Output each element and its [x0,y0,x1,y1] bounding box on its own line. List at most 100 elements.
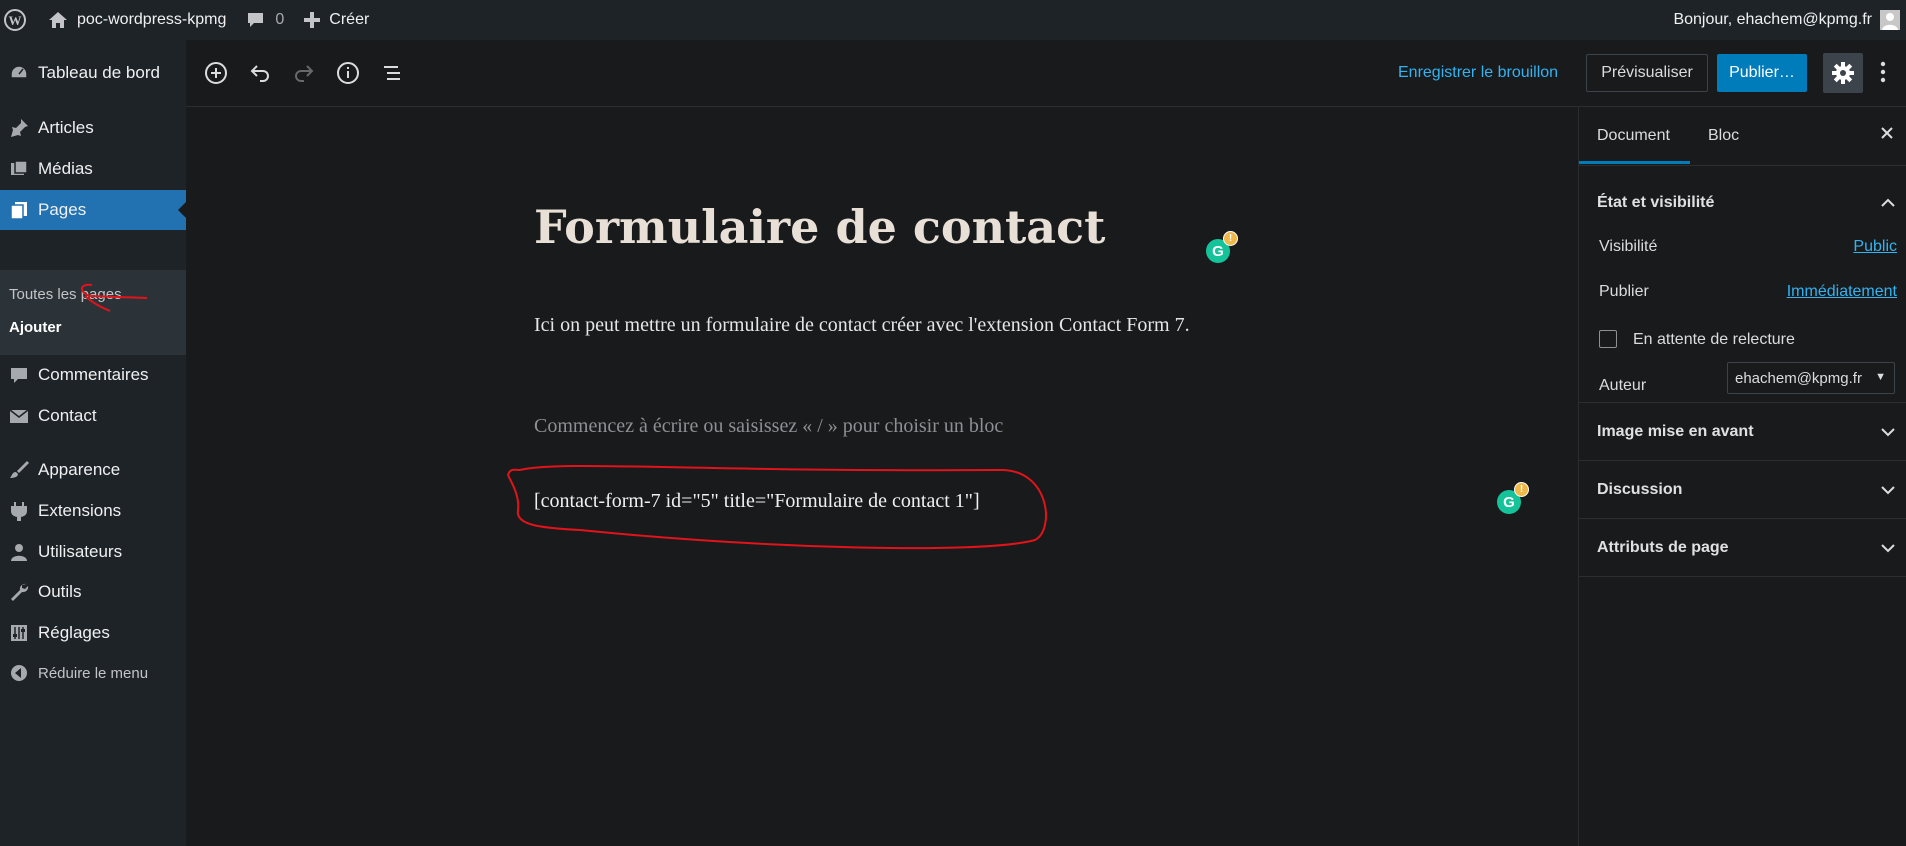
post-title[interactable]: Formulaire de contact [534,200,1105,254]
sidebar-item-contact[interactable]: Contact [0,396,186,436]
user-icon [0,542,38,562]
sidebar-item-label: Commentaires [38,365,149,384]
grammarly-icon[interactable]: G ! [1497,482,1529,514]
settings-sidebar: Document Bloc État et visibilité Visibil… [1578,107,1906,846]
pin-icon [0,118,38,138]
page-attributes-title: Attributs de page [1597,539,1729,556]
grammarly-alert-icon: ! [1514,482,1529,497]
sidebar-collapse-button[interactable]: Réduire le menu [0,653,186,693]
visibility-toggle[interactable]: Public [1853,238,1897,256]
author-select[interactable]: ehachem@kpmg.fr ▼ [1727,362,1895,394]
grammarly-letter-icon: G [1503,493,1515,511]
tab-block[interactable]: Bloc [1708,127,1739,145]
page-attributes-panel[interactable]: Attributs de page [1579,519,1906,577]
grammarly-letter-icon: G [1212,242,1224,260]
sidebar-item-label: Apparence [38,460,121,479]
tab-document[interactable]: Document [1597,127,1670,145]
sidebar-item-users[interactable]: Utilisateurs [0,532,186,572]
plus-icon [304,12,321,28]
sidebar-item-settings[interactable]: Réglages [0,613,186,653]
chevron-down-icon [1879,423,1897,446]
status-visibility-title[interactable]: État et visibilité [1597,194,1714,212]
wrench-icon [0,582,38,602]
wordpress-logo-icon[interactable]: W [0,0,34,40]
list-view-icon[interactable] [380,61,404,90]
save-draft-button[interactable]: Enregistrer le brouillon [1398,64,1558,82]
sidebar-item-label: Articles [38,118,94,137]
submenu-add-new[interactable]: Ajouter [9,319,62,336]
paragraph-block[interactable]: Ici on peut mettre un formulaire de cont… [534,308,1244,342]
site-name-link[interactable]: poc-wordpress-kpmg [34,0,236,40]
add-block-icon[interactable] [204,61,228,90]
home-icon [49,12,67,28]
svg-text:W: W [9,13,22,28]
comments-link[interactable]: 0 [236,0,294,40]
active-indicator [178,202,186,218]
settings-sliders-icon [0,623,38,643]
comment-icon [0,365,38,385]
media-icon [0,159,38,179]
discussion-title: Discussion [1597,481,1683,498]
submenu-all-pages[interactable]: Toutes les pages [9,286,122,303]
publish-date-toggle[interactable]: Immédiatement [1787,283,1897,301]
chevron-up-icon[interactable] [1879,194,1897,217]
sidebar-item-appearance[interactable]: Apparence [0,450,186,490]
settings-gear-icon[interactable] [1823,53,1863,93]
undo-icon[interactable] [248,61,272,90]
sidebar-item-label: Extensions [38,501,122,520]
sidebar-item-articles[interactable]: Articles [0,108,186,148]
site-name: poc-wordpress-kpmg [77,11,227,28]
new-content-link[interactable]: Créer [294,0,379,40]
admin-sidebar: Tableau de bord Articles Médias Pages To… [0,40,186,846]
my-account[interactable]: Bonjour, ehachem@kpmg.fr [1673,0,1906,40]
chevron-down-icon: ▼ [1875,371,1886,383]
publish-date-label: Publier [1599,283,1649,300]
plugin-icon [0,501,38,521]
sidebar-item-label: Contact [38,406,97,425]
sidebar-item-tools[interactable]: Outils [0,572,186,612]
sidebar-item-media[interactable]: Médias [0,149,186,189]
info-icon[interactable] [336,61,360,90]
author-value: ehachem@kpmg.fr [1735,369,1862,387]
visibility-label: Visibilité [1599,238,1658,255]
sidebar-item-label: Utilisateurs [38,542,123,561]
new-content-label: Créer [329,11,370,28]
more-options-icon[interactable] [1880,60,1886,89]
featured-image-panel[interactable]: Image mise en avant [1579,403,1906,461]
sidebar-item-label: Réglages [38,623,110,642]
block-placeholder[interactable]: Commencez à écrire ou saisissez « / » po… [534,415,1003,438]
featured-image-title: Image mise en avant [1597,423,1754,440]
sidebar-item-label: Réduire le menu [38,664,149,682]
pending-review-label: En attente de relecture [1633,331,1795,348]
comments-count: 0 [275,11,285,28]
chevron-down-icon [1879,481,1897,504]
sidebar-item-label: Tableau de bord [38,63,160,82]
grammarly-alert-icon: ! [1223,231,1238,246]
close-icon[interactable] [1877,123,1897,148]
publish-button[interactable]: Publier… [1717,54,1807,92]
comment-icon [248,13,264,27]
dashboard-icon [0,63,38,83]
sidebar-item-comments[interactable]: Commentaires [0,355,186,395]
shortcode-block[interactable]: [contact-form-7 id="5" title="Formulaire… [534,490,980,513]
redo-icon[interactable] [292,61,316,90]
sidebar-item-pages[interactable]: Pages [0,190,186,230]
collapse-icon [0,664,38,682]
sidebar-item-label: Outils [38,582,82,601]
sidebar-item-label: Médias [38,159,93,178]
author-label: Auteur [1599,377,1647,394]
pages-icon [0,200,38,220]
pending-review-checkbox[interactable] [1599,330,1617,348]
mail-icon [0,406,38,426]
sidebar-item-dashboard[interactable]: Tableau de bord [0,53,186,93]
active-tab-indicator [1579,161,1690,164]
chevron-down-icon [1879,539,1897,562]
sidebar-item-label: Pages [38,200,87,219]
pages-submenu: Toutes les pages Ajouter [0,270,186,355]
discussion-panel[interactable]: Discussion [1579,461,1906,519]
greeting: Bonjour, ehachem@kpmg.fr [1673,11,1872,28]
admin-bar: W poc-wordpress-kpmg 0 Créer Bonjour, eh… [0,0,1906,40]
grammarly-icon[interactable]: G ! [1206,231,1238,263]
preview-button[interactable]: Prévisualiser [1586,54,1708,92]
sidebar-item-extensions[interactable]: Extensions [0,491,186,531]
